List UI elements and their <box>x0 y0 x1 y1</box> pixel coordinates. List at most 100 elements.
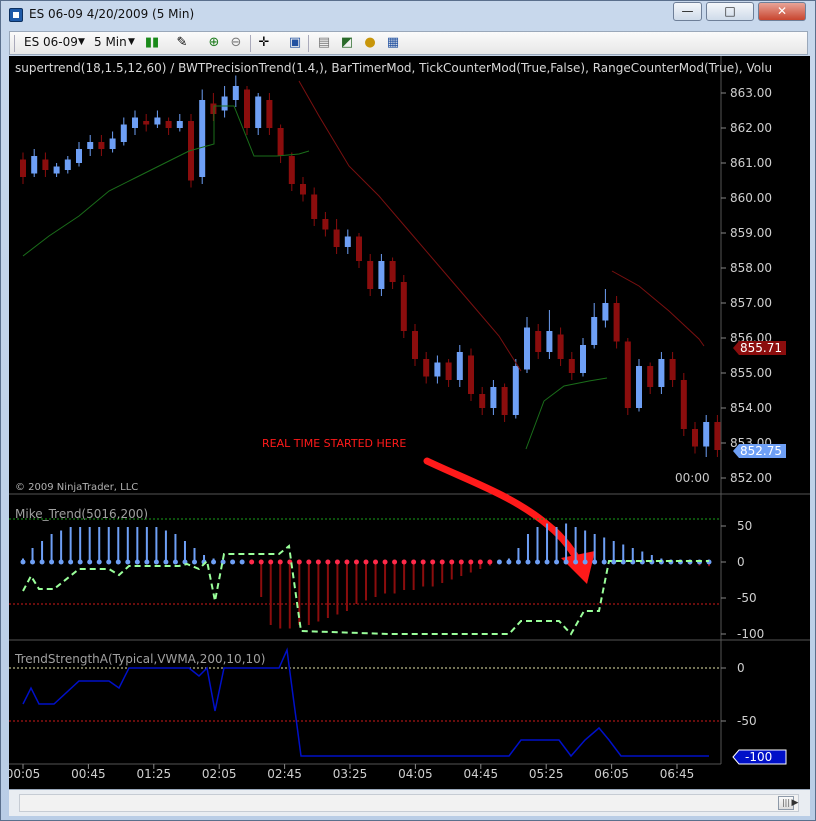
time-tick-label: 05:25 <box>529 767 564 781</box>
price-tick-label: 860.00 <box>730 191 772 205</box>
mike-zero-dot <box>144 559 150 565</box>
mike-zero-dot <box>77 559 83 565</box>
price-candle-body <box>277 128 284 156</box>
instrument-dropdown-icon[interactable]: ▼ <box>78 37 85 47</box>
price-candle-body <box>367 261 374 289</box>
crosshair-icon[interactable]: ✛ <box>256 35 272 51</box>
horizontal-scrollbar[interactable]: ||| <box>19 794 799 812</box>
data-box-icon[interactable]: ▦ <box>385 35 401 51</box>
mike-zero-dot <box>134 559 140 565</box>
price-candle-body <box>120 124 127 142</box>
scroll-right-arrow-icon[interactable]: ▶ <box>787 794 803 812</box>
properties-icon[interactable]: ▣ <box>287 35 303 51</box>
mike-zero-dot <box>268 559 274 565</box>
price-candle-body <box>300 184 306 195</box>
mike-zero-dot <box>373 559 379 565</box>
price-tick-label: 863.00 <box>730 86 772 100</box>
maximize-button[interactable]: □ <box>706 2 754 21</box>
price-candle-body <box>412 331 418 359</box>
period-dropdown-icon[interactable]: ▼ <box>128 37 135 47</box>
price-candle-body <box>580 345 586 373</box>
mike-zero-dot <box>296 559 302 565</box>
mike-zero-dot <box>58 559 64 565</box>
time-tick-label: 00:05 <box>9 767 40 781</box>
price-tick-label: 852.00 <box>730 471 772 485</box>
mike-zero-dot <box>430 559 436 565</box>
mike-zero-dot <box>344 559 350 565</box>
mike-zero-dot <box>163 559 169 565</box>
strategy-icon[interactable]: ◩ <box>339 35 355 51</box>
mike-zero-dot <box>68 559 74 565</box>
price-candle-body <box>244 89 250 128</box>
price-tick-label: 859.00 <box>730 226 772 240</box>
price-candle-body <box>31 156 38 174</box>
toolbar-separator <box>250 35 251 52</box>
chart-background <box>9 56 810 789</box>
mike-zero-dot <box>573 559 579 565</box>
price-candle-body <box>64 159 71 170</box>
price-candle-body <box>434 362 441 377</box>
close-button[interactable]: ✕ <box>758 2 806 21</box>
price-candle-body <box>255 96 262 128</box>
mike-zero-dot <box>30 559 36 565</box>
price-candle-body <box>76 149 82 163</box>
coin-icon[interactable]: ● <box>362 35 378 51</box>
window-title: ES 06-09 4/20/2009 (5 Min) <box>29 7 195 21</box>
instrument-selector[interactable]: ES 06-09 <box>24 35 78 49</box>
mike-zero-dot <box>96 559 102 565</box>
mike-zero-dot <box>392 559 398 565</box>
minimize-button[interactable]: — <box>673 2 702 21</box>
price-candle-body <box>456 352 463 380</box>
zoom-out-icon[interactable]: ⊖ <box>228 35 244 51</box>
price-candle-body <box>311 194 318 219</box>
annotation-text: REAL TIME STARTED HERE <box>262 437 406 450</box>
mike-zero-dot <box>439 559 445 565</box>
price-candle-body <box>165 121 172 128</box>
price-candle-body <box>714 422 721 450</box>
mike-zero-dot <box>153 559 159 565</box>
price-candle-body <box>624 341 631 408</box>
mike-zero-dot <box>49 559 55 565</box>
candlestick-icon[interactable]: ▮▮ <box>144 35 160 51</box>
price-candle-body <box>613 303 620 342</box>
mike-tick-label: 0 <box>737 555 745 569</box>
price-candle-body <box>524 327 530 370</box>
trend-indicator-label: TrendStrengthA(Typical,VWMA,200,10,10) <box>14 652 265 666</box>
price-candle-body <box>232 86 239 100</box>
folder-icon[interactable]: ▤ <box>316 35 332 51</box>
price-candle-body <box>109 138 116 149</box>
status-bar: ||| ▶ <box>9 789 810 816</box>
price-candle-body <box>591 317 598 345</box>
mike-zero-dot <box>249 559 255 565</box>
mike-zero-dot <box>39 559 45 565</box>
price-candle-body <box>378 261 385 289</box>
price-candle-body <box>423 359 430 377</box>
price-candle-body <box>288 156 295 184</box>
mike-zero-dot <box>420 559 426 565</box>
period-selector[interactable]: 5 Min <box>94 35 127 49</box>
mike-zero-dot <box>258 559 264 565</box>
chart-area[interactable]: supertrend(18,1.5,12,60) / BWTPrecisionT… <box>9 56 810 789</box>
price-marker-high: 855.71 <box>733 341 786 355</box>
price-candle-body <box>87 142 94 149</box>
price-candle-body <box>703 422 710 447</box>
price-candle-body <box>636 366 642 408</box>
mike-zero-dot <box>401 559 407 565</box>
trend-tick-label: -50 <box>737 714 757 728</box>
mike-zero-dot <box>277 559 283 565</box>
mike-tick-label: 50 <box>737 519 752 533</box>
mike-zero-dot <box>192 559 197 565</box>
mike-zero-dot <box>563 559 569 565</box>
mike-tick-label: -50 <box>737 591 757 605</box>
mike-zero-dot <box>611 559 617 565</box>
price-candle-body <box>669 359 676 380</box>
price-candle-body <box>154 117 161 125</box>
pencil-icon[interactable]: ✎ <box>174 35 190 51</box>
title-bar[interactable]: ES 06-09 4/20/2009 (5 Min) — □ ✕ <box>1 1 815 29</box>
mike-zero-dot <box>496 559 502 565</box>
price-candle-body <box>445 362 452 380</box>
zoom-in-icon[interactable]: ⊕ <box>206 35 222 51</box>
trend-marker-text: -100 <box>745 750 772 764</box>
mike-zero-dot <box>239 559 245 565</box>
mike-zero-dot <box>172 559 178 565</box>
